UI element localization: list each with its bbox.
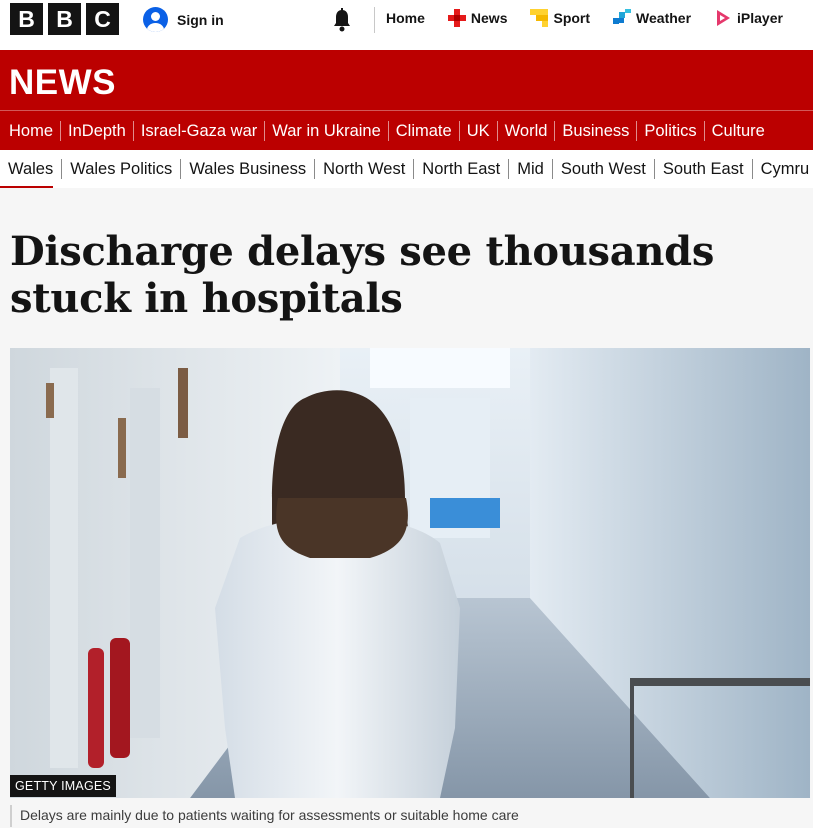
top-nav-weather[interactable]: Weather bbox=[613, 9, 691, 27]
iplayer-icon bbox=[717, 10, 731, 26]
top-nav-label: Weather bbox=[636, 10, 692, 26]
hero-image bbox=[10, 348, 810, 798]
bbc-logo[interactable]: B B C bbox=[10, 3, 119, 35]
sub-nav-north-west[interactable]: North West bbox=[314, 159, 413, 179]
top-nav-iplayer[interactable]: iPlayer bbox=[714, 9, 783, 27]
sign-in-link[interactable]: Sign in bbox=[143, 7, 224, 32]
news-logo[interactable]: NEWS bbox=[9, 63, 116, 103]
sub-nav-south-west[interactable]: South West bbox=[551, 159, 654, 179]
sub-nav-wales-politics[interactable]: Wales Politics bbox=[61, 159, 180, 179]
news-nav-home[interactable]: Home bbox=[0, 121, 60, 141]
top-nav-label: iPlayer bbox=[737, 10, 783, 26]
image-credit-badge: GETTY IMAGES bbox=[10, 775, 116, 797]
sub-nav-south-east[interactable]: South East bbox=[653, 159, 752, 179]
news-nav-politics[interactable]: Politics bbox=[636, 120, 703, 141]
top-nav-label: Sport bbox=[553, 10, 591, 26]
sub-nav-north-east[interactable]: North East bbox=[413, 159, 508, 179]
image-caption: Delays are mainly due to patients waitin… bbox=[10, 805, 519, 827]
bbc-logo-letter: B bbox=[48, 3, 81, 35]
top-nav-label: Home bbox=[386, 10, 425, 26]
sub-nav-cymru[interactable]: Cymru bbox=[751, 159, 813, 179]
bbc-top-nav: Home News Sport Weather iPlayer bbox=[386, 9, 806, 27]
top-nav-label: News bbox=[470, 10, 508, 26]
sport-icon bbox=[530, 9, 549, 27]
account-icon bbox=[143, 7, 168, 32]
sub-nav-wales[interactable]: Wales bbox=[0, 159, 61, 189]
sub-nav-wales-business[interactable]: Wales Business bbox=[180, 159, 314, 179]
news-nav-uk[interactable]: UK bbox=[458, 120, 497, 141]
top-nav-news[interactable]: News bbox=[447, 9, 508, 27]
news-nav-indepth[interactable]: InDepth bbox=[60, 120, 133, 141]
sub-nav-mid[interactable]: Mid bbox=[508, 159, 552, 179]
news-nav-israel-gaza-war[interactable]: Israel-Gaza war bbox=[132, 120, 264, 141]
top-nav-sport[interactable]: Sport bbox=[530, 9, 590, 27]
weather-icon bbox=[613, 9, 632, 24]
hospital-corridor-illustration bbox=[10, 348, 810, 798]
news-nav-climate[interactable]: Climate bbox=[387, 120, 459, 141]
top-nav-home[interactable]: Home bbox=[386, 10, 425, 26]
bbc-logo-letter: B bbox=[10, 3, 43, 35]
news-nav-culture[interactable]: Culture bbox=[703, 120, 772, 141]
sign-in-label: Sign in bbox=[177, 11, 224, 28]
article-headline: Discharge delays see thousands stuck in … bbox=[10, 228, 715, 322]
news-icon bbox=[447, 9, 466, 27]
wales-sub-nav: Wales Wales Politics Wales Business Nort… bbox=[0, 150, 813, 189]
news-nav-business[interactable]: Business bbox=[554, 120, 636, 141]
notifications-bell-icon[interactable] bbox=[332, 8, 352, 32]
news-main-nav: Home InDepth Israel-Gaza war War in Ukra… bbox=[0, 111, 772, 150]
bbc-logo-letter: C bbox=[86, 3, 119, 35]
bbc-masthead: B B C Sign in Home News Sport Weather iP… bbox=[0, 0, 813, 50]
masthead-divider bbox=[374, 7, 375, 33]
news-nav-world[interactable]: World bbox=[496, 120, 555, 141]
news-nav-war-in-ukraine[interactable]: War in Ukraine bbox=[264, 120, 388, 141]
